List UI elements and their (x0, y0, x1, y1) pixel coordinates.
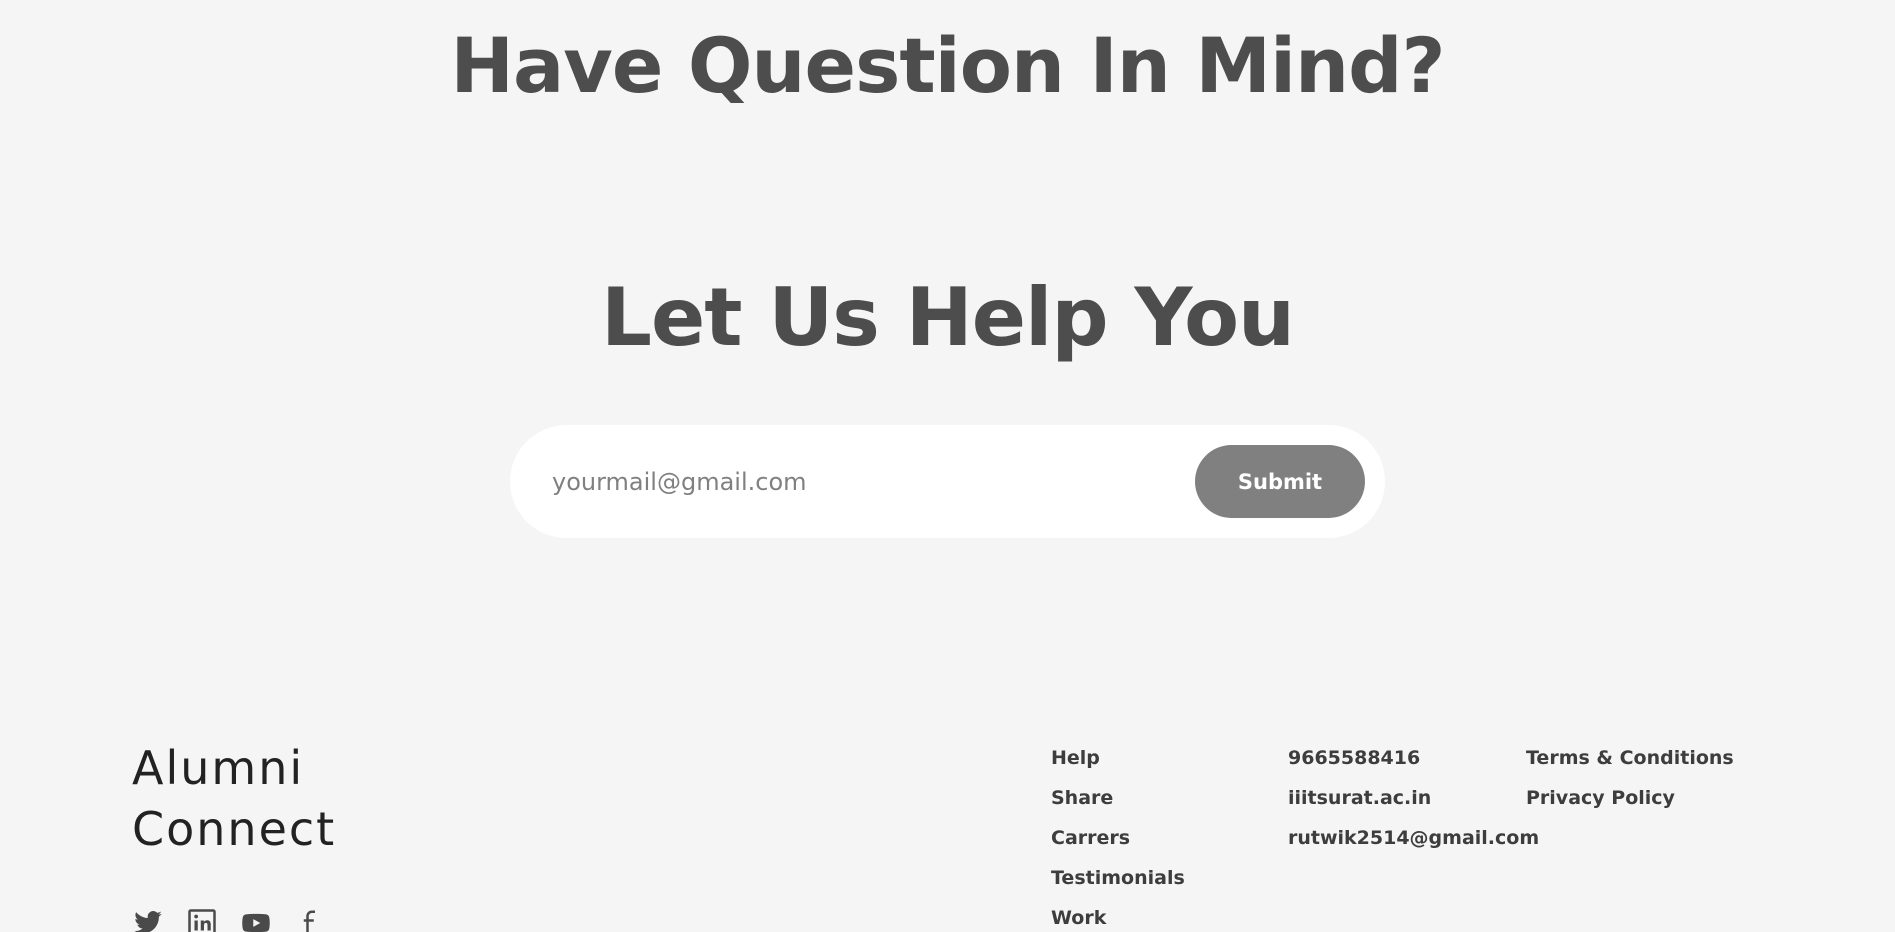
footer-link-privacy[interactable]: Privacy Policy (1526, 784, 1734, 824)
footer-link-work[interactable]: Work (1051, 904, 1185, 932)
page: Have Question In Mind? Let Us Help You S… (0, 0, 1895, 932)
subscribe-form: Submit (510, 425, 1385, 538)
footer-legal: Terms & Conditions Privacy Policy (1526, 744, 1734, 824)
social-links (132, 908, 326, 932)
contact-website[interactable]: iiitsurat.ac.in (1288, 784, 1539, 824)
youtube-icon[interactable] (240, 908, 272, 932)
contact-email[interactable]: rutwik2514@gmail.com (1288, 824, 1539, 864)
footer-link-terms[interactable]: Terms & Conditions (1526, 744, 1734, 784)
section-heading: Have Question In Mind? (450, 20, 1445, 110)
footer-link-careers[interactable]: Carrers (1051, 824, 1185, 864)
facebook-icon[interactable] (294, 908, 326, 932)
footer-link-testimonials[interactable]: Testimonials (1051, 864, 1185, 904)
contact-phone[interactable]: 9665588416 (1288, 744, 1539, 784)
twitter-icon[interactable] (132, 908, 164, 932)
footer-link-share[interactable]: Share (1051, 784, 1185, 824)
footer-contact: 9665588416 iiitsurat.ac.in rutwik2514@gm… (1288, 744, 1539, 864)
page-title: Let Us Help You (600, 271, 1295, 365)
email-field[interactable] (550, 453, 1174, 511)
brand-logo[interactable]: Alumni Connect (132, 738, 336, 860)
linkedin-icon[interactable] (186, 908, 218, 932)
footer-links: Help Share Carrers Testimonials Work (1051, 744, 1185, 932)
submit-button[interactable]: Submit (1195, 445, 1365, 518)
brand-line-2: Connect (132, 802, 337, 856)
brand-line-1: Alumni (132, 741, 305, 795)
footer-link-help[interactable]: Help (1051, 744, 1185, 784)
